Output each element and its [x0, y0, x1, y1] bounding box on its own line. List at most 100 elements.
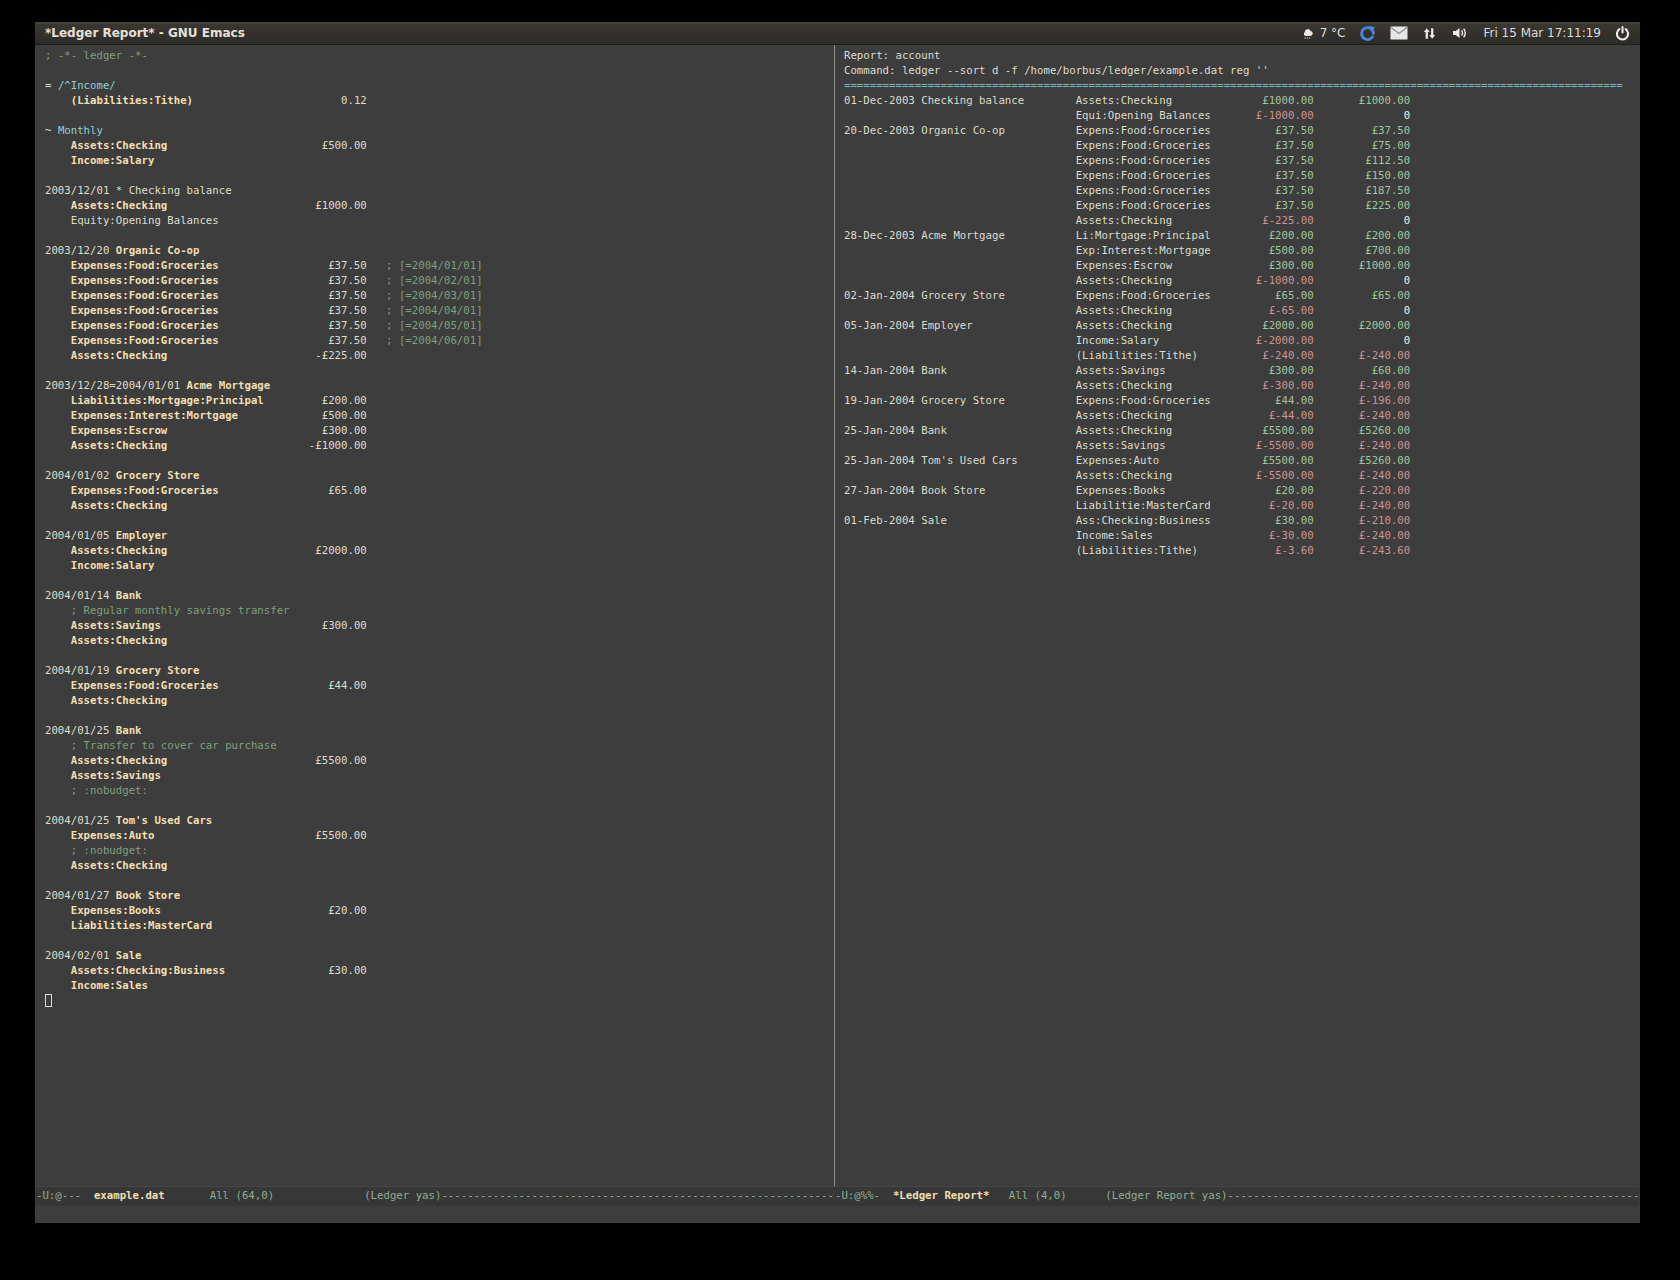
buffer-line[interactable]: Expens:Food:Groceries £37.50 £150.00: [844, 168, 1639, 183]
buffer-line[interactable]: (Liabilities:Tithe) 0.12: [45, 93, 834, 108]
buffer-line[interactable]: Assets:Checking £-44.00 £-240.00: [844, 408, 1639, 423]
buffer-line[interactable]: [45, 228, 834, 243]
buffer-line[interactable]: Expenses:Food:Groceries £37.50 ; [=2004/…: [45, 303, 834, 318]
buffer-line[interactable]: 2004/01/14 Bank: [45, 588, 834, 603]
buffer-line[interactable]: Report: account: [844, 48, 1639, 63]
buffer-line[interactable]: [45, 798, 834, 813]
buffer-line[interactable]: Liabilities:Mortgage:Principal £200.00: [45, 393, 834, 408]
buffer-line[interactable]: [45, 933, 834, 948]
buffer-line[interactable]: 27-Jan-2004 Book Store Expenses:Books £2…: [844, 483, 1639, 498]
buffer-line[interactable]: ========================================…: [844, 78, 1639, 93]
buffer-line[interactable]: 2004/01/25 Tom's Used Cars: [45, 813, 834, 828]
buffer-line[interactable]: 2004/01/25 Bank: [45, 723, 834, 738]
buffer-line[interactable]: Assets:Checking £-300.00 £-240.00: [844, 378, 1639, 393]
buffer-line[interactable]: 05-Jan-2004 Employer Assets:Checking £20…: [844, 318, 1639, 333]
buffer-line[interactable]: [45, 708, 834, 723]
buffer-line[interactable]: Expenses:Escrow £300.00 £1000.00: [844, 258, 1639, 273]
buffer-line[interactable]: Expenses:Interest:Mortgage £500.00: [45, 408, 834, 423]
buffer-line[interactable]: Income:Salary: [45, 558, 834, 573]
buffer-line[interactable]: Assets:Checking -£225.00: [45, 348, 834, 363]
modeline-left[interactable]: -U:@--- example.dat All (64,0) (Ledger y…: [35, 1186, 834, 1206]
buffer-line[interactable]: Assets:Checking £5500.00: [45, 753, 834, 768]
buffer-line[interactable]: Assets:Checking £2000.00: [45, 543, 834, 558]
buffer-line[interactable]: Expenses:Food:Groceries £37.50 ; [=2004/…: [45, 288, 834, 303]
buffer-line[interactable]: Expenses:Food:Groceries £37.50 ; [=2004/…: [45, 333, 834, 348]
buffer-line[interactable]: ; Regular monthly savings transfer: [45, 603, 834, 618]
buffer-line[interactable]: Command: ledger --sort d -f /home/borbus…: [844, 63, 1639, 78]
buffer-line[interactable]: Expenses:Auto £5500.00: [45, 828, 834, 843]
buffer-line[interactable]: Assets:Checking:Business £30.00: [45, 963, 834, 978]
buffer-line[interactable]: 2003/12/01 * Checking balance: [45, 183, 834, 198]
window-divider[interactable]: [834, 45, 835, 1186]
buffer-line[interactable]: [45, 108, 834, 123]
ledger-file-buffer[interactable]: ; -*- ledger -*- = /^Income/ (Liabilities…: [35, 45, 834, 1186]
buffer-line[interactable]: Expenses:Books £20.00: [45, 903, 834, 918]
buffer-line[interactable]: 2004/01/27 Book Store: [45, 888, 834, 903]
clock[interactable]: Fri 15 Mar 17:11:19: [1483, 26, 1601, 40]
buffer-line[interactable]: [45, 873, 834, 888]
buffer-line[interactable]: 2004/01/05 Employer: [45, 528, 834, 543]
buffer-line[interactable]: Assets:Checking £1000.00: [45, 198, 834, 213]
buffer-line[interactable]: (Liabilities:Tithe) £-240.00 £-240.00: [844, 348, 1639, 363]
ledger-report-buffer[interactable]: Report: accountCommand: ledger --sort d …: [834, 45, 1639, 1186]
refresh-icon[interactable]: [1359, 25, 1376, 42]
buffer-line[interactable]: Expens:Food:Groceries £37.50 £75.00: [844, 138, 1639, 153]
buffer-line[interactable]: 01-Dec-2003 Checking balance Assets:Chec…: [844, 93, 1639, 108]
buffer-line[interactable]: 19-Jan-2004 Grocery Store Expens:Food:Gr…: [844, 393, 1639, 408]
buffer-line[interactable]: Expens:Food:Groceries £37.50 £225.00: [844, 198, 1639, 213]
buffer-line[interactable]: Assets:Savings £300.00: [45, 618, 834, 633]
buffer-line[interactable]: ; -*- ledger -*-: [45, 48, 834, 63]
buffer-line[interactable]: 2004/01/19 Grocery Store: [45, 663, 834, 678]
buffer-line[interactable]: Income:Sales: [45, 978, 834, 993]
buffer-line[interactable]: Assets:Savings £-5500.00 £-240.00: [844, 438, 1639, 453]
buffer-line[interactable]: Equity:Opening Balances: [45, 213, 834, 228]
modeline-right[interactable]: -U:@%%- *Ledger Report* All (4,0) (Ledge…: [834, 1186, 1639, 1206]
buffer-line[interactable]: Income:Sales £-30.00 £-240.00: [844, 528, 1639, 543]
buffer-line[interactable]: Income:Salary: [45, 153, 834, 168]
buffer-line[interactable]: Liabilitie:MasterCard £-20.00 £-240.00: [844, 498, 1639, 513]
buffer-line[interactable]: 2004/01/02 Grocery Store: [45, 468, 834, 483]
buffer-line[interactable]: Assets:Checking: [45, 633, 834, 648]
buffer-line[interactable]: [45, 453, 834, 468]
buffer-line[interactable]: Expenses:Food:Groceries £37.50 ; [=2004/…: [45, 273, 834, 288]
buffer-line[interactable]: (Liabilities:Tithe) £-3.60 £-243.60: [844, 543, 1639, 558]
buffer-line[interactable]: ~ Monthly: [45, 123, 834, 138]
buffer-line[interactable]: 2003/12/20 Organic Co-op: [45, 243, 834, 258]
buffer-line[interactable]: Expenses:Escrow £300.00: [45, 423, 834, 438]
buffer-line[interactable]: 01-Feb-2004 Sale Ass:Checking:Business £…: [844, 513, 1639, 528]
buffer-line[interactable]: Expenses:Food:Groceries £44.00: [45, 678, 834, 693]
buffer-line[interactable]: ; Transfer to cover car purchase: [45, 738, 834, 753]
buffer-line[interactable]: 14-Jan-2004 Bank Assets:Savings £300.00 …: [844, 363, 1639, 378]
power-icon[interactable]: [1615, 26, 1630, 41]
mail-icon[interactable]: [1390, 26, 1408, 40]
buffer-line[interactable]: Assets:Checking £-65.00 0: [844, 303, 1639, 318]
buffer-line[interactable]: Assets:Savings: [45, 768, 834, 783]
buffer-line[interactable]: Equi:Opening Balances £-1000.00 0: [844, 108, 1639, 123]
buffer-line[interactable]: 25-Jan-2004 Bank Assets:Checking £5500.0…: [844, 423, 1639, 438]
buffer-line[interactable]: Assets:Checking £-225.00 0: [844, 213, 1639, 228]
buffer-line[interactable]: 25-Jan-2004 Tom's Used Cars Expenses:Aut…: [844, 453, 1639, 468]
buffer-line[interactable]: 02-Jan-2004 Grocery Store Expens:Food:Gr…: [844, 288, 1639, 303]
buffer-line[interactable]: 2004/02/01 Sale: [45, 948, 834, 963]
buffer-line[interactable]: Expenses:Food:Groceries £37.50 ; [=2004/…: [45, 258, 834, 273]
buffer-line[interactable]: Assets:Checking: [45, 498, 834, 513]
buffer-line[interactable]: ; :nobudget:: [45, 843, 834, 858]
buffer-line[interactable]: Assets:Checking: [45, 693, 834, 708]
buffer-line[interactable]: Expens:Food:Groceries £37.50 £187.50: [844, 183, 1639, 198]
buffer-line[interactable]: Assets:Checking £500.00: [45, 138, 834, 153]
buffer-line[interactable]: Exp:Interest:Mortgage £500.00 £700.00: [844, 243, 1639, 258]
buffer-line[interactable]: Assets:Checking £-5500.00 £-240.00: [844, 468, 1639, 483]
weather-applet[interactable]: 7 °C: [1300, 25, 1346, 41]
buffer-line[interactable]: [45, 63, 834, 78]
buffer-line[interactable]: [45, 648, 834, 663]
buffer-line[interactable]: Expens:Food:Groceries £37.50 £112.50: [844, 153, 1639, 168]
network-arrows-icon[interactable]: [1422, 26, 1437, 41]
buffer-line[interactable]: Assets:Checking -£1000.00: [45, 438, 834, 453]
buffer-line[interactable]: Income:Salary £-2000.00 0: [844, 333, 1639, 348]
buffer-line[interactable]: = /^Income/: [45, 78, 834, 93]
buffer-line[interactable]: [45, 168, 834, 183]
buffer-line[interactable]: [45, 363, 834, 378]
buffer-line[interactable]: Liabilities:MasterCard: [45, 918, 834, 933]
buffer-line[interactable]: [45, 993, 834, 1008]
echo-area[interactable]: [35, 1206, 1640, 1223]
